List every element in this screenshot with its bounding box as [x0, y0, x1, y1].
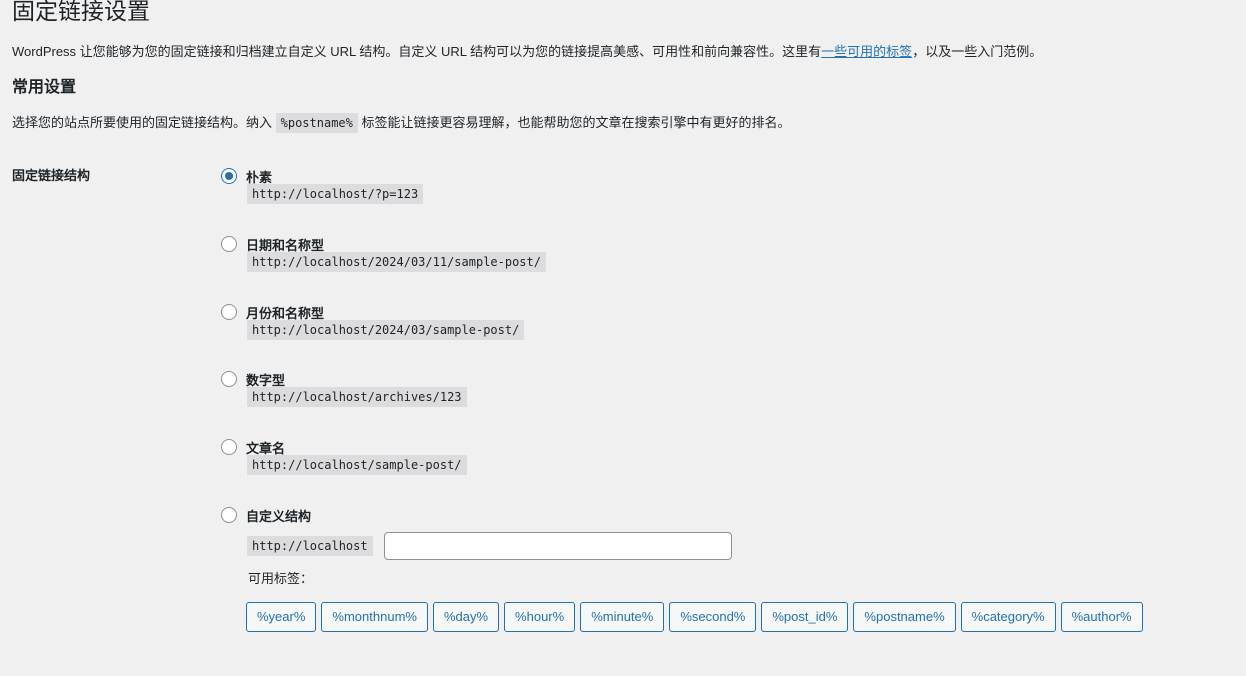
- intro-text: WordPress 让您能够为您的固定链接和归档建立自定义 URL 结构。自定义…: [12, 43, 1042, 61]
- desc-prefix: 选择您的站点所要使用的固定链接结构。纳入: [12, 115, 276, 130]
- tag-button-year[interactable]: %year%: [246, 602, 317, 632]
- tag-button-monthnum[interactable]: %monthnum%: [321, 602, 428, 632]
- tag-button-postname[interactable]: %postname%: [853, 602, 956, 632]
- tag-button-hour[interactable]: %hour%: [504, 602, 576, 632]
- radio-label-post-name[interactable]: 文章名: [246, 438, 285, 457]
- radio-post-name[interactable]: [221, 439, 237, 455]
- example-post-name: http://localhost/sample-post/: [247, 455, 467, 475]
- common-settings-title: 常用设置: [12, 79, 77, 96]
- example-day-name: http://localhost/2024/03/11/sample-post/: [247, 252, 546, 272]
- tag-button-second[interactable]: %second%: [669, 602, 757, 632]
- radio-label-month-name[interactable]: 月份和名称型: [246, 303, 324, 322]
- radio-custom[interactable]: [221, 507, 237, 523]
- permalink-structure-label: 固定链接结构: [12, 168, 91, 183]
- radio-day-name[interactable]: [221, 236, 237, 252]
- tag-button-author[interactable]: %author%: [1060, 602, 1143, 632]
- radio-plain[interactable]: [221, 168, 237, 184]
- radio-label-custom[interactable]: 自定义结构: [246, 506, 311, 525]
- radio-label-plain[interactable]: 朴素: [246, 167, 272, 186]
- radio-month-name[interactable]: [221, 304, 237, 320]
- custom-structure-row: http://localhost: [247, 532, 732, 560]
- option-numeric: 数字型 http://localhost/archives/123: [221, 370, 467, 407]
- custom-base-url: http://localhost: [247, 536, 373, 556]
- custom-structure-input[interactable]: [383, 532, 732, 560]
- option-day-name: 日期和名称型 http://localhost/2024/03/11/sampl…: [221, 235, 546, 272]
- option-custom: 自定义结构: [221, 506, 311, 524]
- radio-label-day-name[interactable]: 日期和名称型: [246, 235, 324, 254]
- intro-prefix: WordPress 让您能够为您的固定链接和归档建立自定义 URL 结构。自定义…: [12, 44, 822, 59]
- desc-suffix: 标签能让链接更容易理解，也能帮助您的文章在搜索引擎中有更好的排名。: [357, 115, 791, 130]
- tag-button-minute[interactable]: %minute%: [580, 602, 665, 632]
- option-plain: 朴素 http://localhost/?p=123: [221, 167, 424, 204]
- example-month-name: http://localhost/2024/03/sample-post/: [247, 320, 525, 340]
- tag-button-category[interactable]: %category%: [960, 602, 1056, 632]
- available-tags-link[interactable]: 一些可用的标签: [821, 44, 912, 59]
- available-tags-list: %year% %monthnum% %day% %hour% %minute% …: [246, 602, 1143, 632]
- radio-label-numeric[interactable]: 数字型: [246, 370, 285, 389]
- common-settings-desc: 选择您的站点所要使用的固定链接结构。纳入 %postname% 标签能让链接更容…: [12, 113, 791, 133]
- tag-button-day[interactable]: %day%: [432, 602, 500, 632]
- postname-code: %postname%: [275, 113, 358, 133]
- example-plain: http://localhost/?p=123: [247, 184, 424, 204]
- option-post-name: 文章名 http://localhost/sample-post/: [221, 438, 467, 475]
- radio-numeric[interactable]: [221, 371, 237, 387]
- page-title: 固定链接设置: [12, 0, 150, 24]
- example-numeric: http://localhost/archives/123: [247, 387, 467, 407]
- tag-button-post-id[interactable]: %post_id%: [761, 602, 849, 632]
- available-tags-label: 可用标签：: [248, 571, 314, 586]
- intro-suffix: ，以及一些入门范例。: [912, 44, 1043, 59]
- option-month-name: 月份和名称型 http://localhost/2024/03/sample-p…: [221, 303, 525, 340]
